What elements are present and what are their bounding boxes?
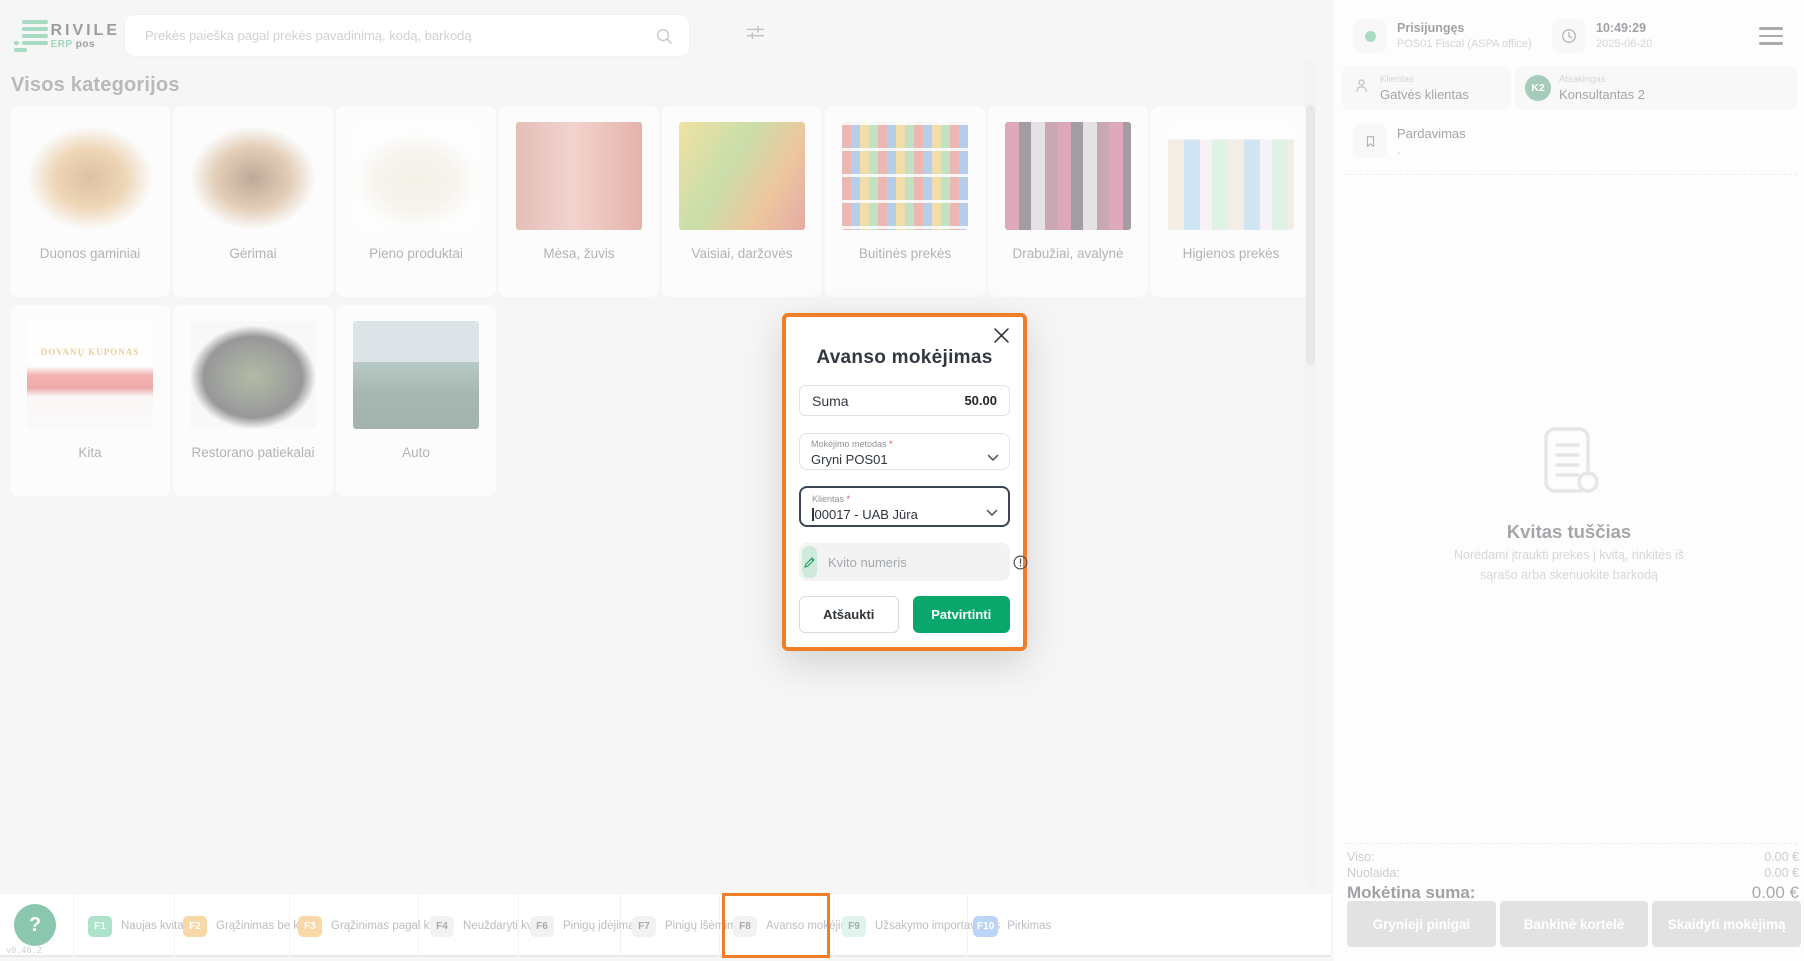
suma-field[interactable]: Suma 50.00 — [799, 385, 1010, 416]
client-select-label: Klientas * — [812, 494, 982, 504]
text-caret — [812, 508, 814, 521]
client-select[interactable]: Klientas * 00017 - UAB Jūra — [799, 486, 1010, 527]
info-icon[interactable] — [1012, 554, 1029, 571]
pencil-icon — [802, 546, 817, 578]
required-asterisk: * — [889, 439, 893, 449]
payment-method-label: Mokėjimo metodas * — [811, 439, 983, 449]
payment-method-value: Gryni POS01 — [811, 452, 983, 467]
close-icon[interactable] — [991, 325, 1011, 345]
receipt-number-field — [799, 543, 1010, 581]
cancel-button[interactable]: Atšaukti — [799, 596, 899, 633]
required-asterisk: * — [847, 494, 851, 504]
suma-value: 50.00 — [964, 393, 997, 408]
chevron-down-icon — [987, 449, 999, 467]
payment-method-select[interactable]: Mokėjimo metodas * Gryni POS01 — [799, 433, 1010, 470]
chevron-down-icon — [986, 504, 998, 522]
modal-title: Avanso mokėjimas — [786, 347, 1023, 369]
confirm-button[interactable]: Patvirtinti — [913, 596, 1011, 633]
receipt-number-input[interactable] — [817, 555, 1012, 570]
pos-screen: RIVILE ERP pos Visos kategorijos Duonos … — [0, 0, 1804, 961]
client-select-value: 00017 - UAB Jūra — [812, 507, 982, 522]
advance-payment-modal: Avanso mokėjimas Suma 50.00 Mokėjimo met… — [782, 313, 1027, 651]
suma-label: Suma — [812, 393, 849, 409]
